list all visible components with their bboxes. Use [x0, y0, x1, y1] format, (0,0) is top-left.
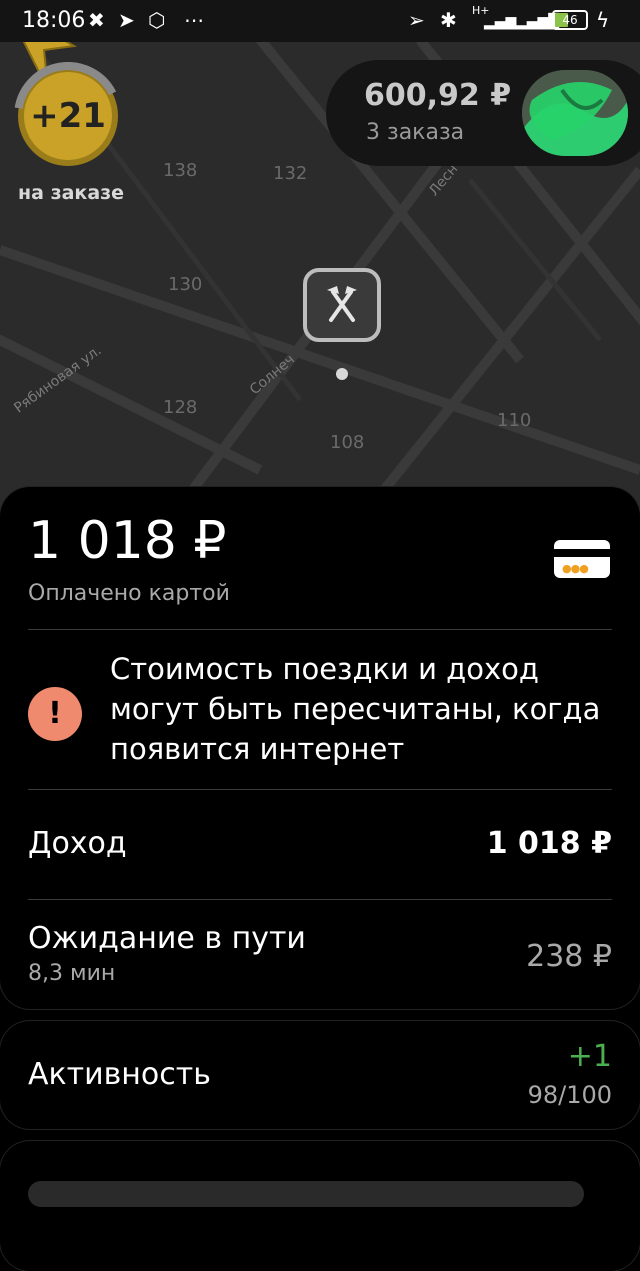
activity-badge[interactable]: +21 [14, 62, 122, 170]
house-number: 128 [163, 397, 198, 418]
bank-card-icon: ●●● [554, 540, 610, 578]
balance-pill[interactable]: 600,92 ₽ 3 заказа [326, 60, 640, 166]
activity-caption: на заказе [18, 182, 125, 204]
loading-placeholder-bar [28, 1181, 584, 1207]
signal-icon: ▂▄▆ [484, 14, 517, 30]
crossed-axes-icon [327, 286, 357, 322]
payment-method: Оплачено картой [28, 581, 230, 606]
house-number: 108 [330, 432, 365, 453]
income-value: 1 018 ₽ [486, 826, 612, 861]
order-price: 1 018 ₽ [28, 511, 227, 571]
house-number: 138 [163, 160, 198, 181]
wait-label: Ожидание в пути [28, 921, 306, 956]
package-icon: ⬡ [148, 8, 166, 32]
battery-icon: 46 [552, 10, 588, 30]
avatar-image [522, 70, 628, 156]
divider [28, 789, 612, 790]
battery-level: 46 [562, 13, 578, 27]
activity-score: 98/100 [527, 1081, 612, 1109]
divider [28, 629, 612, 630]
avatar[interactable] [522, 70, 628, 156]
wait-duration: 8,3 мин [28, 961, 116, 986]
warning-icon: ! [28, 687, 82, 741]
activity-label: Активность [28, 1057, 211, 1092]
location-icon: ➢ [408, 8, 425, 32]
bluetooth-icon: ✱ [440, 8, 457, 32]
status-time: 18:06 [22, 8, 86, 33]
balance-amount: 600,92 ₽ [364, 78, 512, 113]
income-label: Доход [28, 826, 127, 861]
divider [28, 899, 612, 900]
house-number: 130 [168, 274, 203, 295]
status-bar: 18:06 ✖ ➤ ⬡ ⋯ ➢ ✱ H+ ▂▄▆ ▂▄▆█ 46 ϟ [0, 0, 640, 42]
house-number: 110 [497, 410, 532, 431]
more-icon: ⋯ [184, 8, 204, 32]
poi-pin-dot [336, 368, 348, 380]
order-card: 1 018 ₽ Оплачено картой ●●● ! Стоимость … [0, 487, 640, 1009]
activity-card[interactable]: Активность +1 98/100 [0, 1021, 640, 1129]
balance-orders: 3 заказа [366, 120, 465, 145]
activity-value: +21 [30, 96, 106, 136]
house-number: 132 [273, 163, 308, 184]
telegram-icon: ➤ [118, 8, 135, 32]
poi-marker[interactable] [303, 268, 381, 342]
charging-icon: ϟ [596, 8, 610, 32]
offline-warning-text: Стоимость поездки и доход могут быть пер… [110, 652, 601, 766]
wait-value: 238 ₽ [526, 939, 612, 974]
bottom-card[interactable] [0, 1141, 640, 1271]
activity-delta: +1 [567, 1039, 612, 1074]
notification-icon: ✖ [88, 8, 105, 32]
